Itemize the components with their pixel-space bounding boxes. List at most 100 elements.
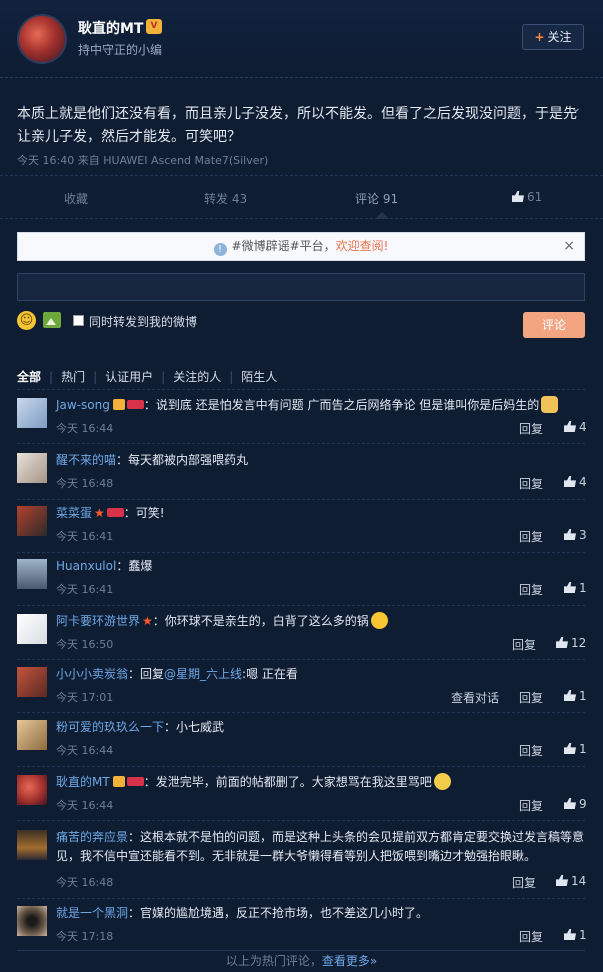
reply-button[interactable]: 回复 <box>519 475 543 492</box>
close-icon[interactable]: × <box>563 233 575 260</box>
commenter-name[interactable]: 耿直的MT <box>56 775 110 789</box>
comment-body: ：官媒的尴尬境遇，反正不抢市场，也不差这几小时了。 <box>128 906 429 920</box>
commenter-avatar[interactable] <box>17 775 47 805</box>
comment-input[interactable] <box>17 273 585 301</box>
comment-like-button[interactable]: 3 <box>564 528 587 542</box>
commenter-name[interactable]: 阿卡要环游世界 <box>56 614 140 628</box>
notice-text: #微博辟谣#平台， <box>231 239 336 253</box>
collect-button[interactable]: 收藏 <box>64 190 88 207</box>
divider <box>17 766 585 767</box>
star-icon: ★ <box>94 506 105 520</box>
comment-time: 今天 16:41 <box>56 530 114 543</box>
view-conversation-button[interactable]: 查看对话 <box>451 689 499 706</box>
comment-like-button[interactable]: 1 <box>564 689 587 703</box>
filter-all[interactable]: 全部 <box>17 370 41 384</box>
author-avatar[interactable] <box>17 14 67 64</box>
comment-like-button[interactable]: 1 <box>564 581 587 595</box>
commenter-name[interactable]: 小小小卖炭翁 <box>56 667 128 681</box>
thumb-icon <box>564 529 576 540</box>
comment-body: ：每天都被内部强喂药丸 <box>116 453 249 467</box>
commenter-avatar[interactable] <box>17 614 47 644</box>
view-more-link[interactable]: 查看更多» <box>322 954 377 968</box>
commenter-avatar[interactable] <box>17 667 47 697</box>
notice-link[interactable]: 欢迎查阅! <box>336 239 389 253</box>
separator: | <box>49 370 54 384</box>
laugh-emoji-icon <box>370 612 388 629</box>
commenter-avatar[interactable] <box>17 453 47 483</box>
filter-verified[interactable]: 认证用户 <box>105 370 153 384</box>
reply-button[interactable]: 回复 <box>512 636 536 653</box>
commenter-name[interactable]: 痛苦的奔应景 <box>56 830 128 844</box>
mention-link[interactable]: @星期_六上线 <box>164 667 242 681</box>
comment-text: Jaw-song ：说到底 还是怕发言中有问题 广而告之后网络争论 但是谁叫你是后… <box>56 396 586 415</box>
comment-text: 粉可爱的玖玖么一下：小七威武 <box>56 718 586 737</box>
commenter-name[interactable]: Huanxulol <box>56 559 116 573</box>
comment-like-button[interactable]: 9 <box>564 797 587 811</box>
commenter-name[interactable]: Jaw-song <box>56 398 110 412</box>
forward-checkbox-label: 同时转发到我的微博 <box>89 315 198 329</box>
divider <box>17 443 585 444</box>
commenter-name[interactable]: 菜菜蛋 <box>56 506 92 520</box>
member-icon <box>126 400 144 409</box>
emoji-icon[interactable]: ☺ <box>17 311 36 330</box>
follow-button[interactable]: + 关注 <box>522 24 584 50</box>
comment-text: 就是一个黑洞：官媒的尴尬境遇，反正不抢市场，也不差这几小时了。 <box>56 904 586 923</box>
commenter-avatar[interactable] <box>17 906 47 936</box>
comment-text: 菜菜蛋 ★ ：可笑! <box>56 504 586 523</box>
like-count: 14 <box>571 874 587 888</box>
divider <box>17 552 585 553</box>
filter-hot[interactable]: 热门 <box>61 370 85 384</box>
comment-like-button[interactable]: 4 <box>564 420 587 434</box>
thumb-icon <box>564 582 576 593</box>
reply-button[interactable]: 回复 <box>519 420 543 437</box>
filter-following[interactable]: 关注的人 <box>173 370 221 384</box>
commenter-avatar[interactable] <box>17 506 47 536</box>
like-button[interactable]: 61 <box>512 190 542 204</box>
commenter-avatar[interactable] <box>17 398 47 428</box>
reply-button[interactable]: 回复 <box>512 874 536 891</box>
comment-like-button[interactable]: 4 <box>564 475 587 489</box>
thumb-icon <box>564 743 576 754</box>
member-icon <box>126 777 144 786</box>
submit-comment-button[interactable]: 评论 <box>523 312 585 338</box>
reply-button[interactable]: 回复 <box>519 928 543 945</box>
author-subtitle: 持中守正的小编 <box>78 43 163 57</box>
reply-button[interactable]: 回复 <box>519 689 543 706</box>
thumb-icon <box>564 929 576 940</box>
commenter-name[interactable]: 醒不来的喵 <box>56 453 116 467</box>
plus-icon: + <box>534 30 545 44</box>
like-count: 61 <box>527 190 543 204</box>
commenter-avatar[interactable] <box>17 720 47 750</box>
comment-tab[interactable]: 评论 91 <box>355 190 603 207</box>
comment-like-button[interactable]: 12 <box>556 636 586 650</box>
commenter-avatar[interactable] <box>17 830 47 860</box>
reply-button[interactable]: 回复 <box>519 528 543 545</box>
reply-button[interactable]: 回复 <box>519 581 543 598</box>
forward-checkbox[interactable] <box>73 315 84 326</box>
commenter-name[interactable]: 粉可爱的玖玖么一下 <box>56 720 164 734</box>
reply-button[interactable]: 回复 <box>519 742 543 759</box>
notice-banner: ! #微博辟谣#平台，欢迎查阅! × <box>17 232 585 261</box>
chevron-down-icon[interactable]: ⌄ <box>570 100 582 116</box>
author-name[interactable]: 耿直的MT <box>78 18 143 38</box>
image-icon[interactable] <box>43 312 61 328</box>
comment-body: ：回复 <box>128 667 165 681</box>
comment-text: 痛苦的奔应景：这根本就不是怕的问题，而是这种上头条的会见提前双方都肯定要交换过发… <box>56 828 586 866</box>
comment-body: ：你环球不是亲生的，白背了这么多的锅 <box>152 614 369 628</box>
comment-time: 今天 16:41 <box>56 583 114 596</box>
filter-strangers[interactable]: 陌生人 <box>241 370 277 384</box>
comment-time: 今天 16:44 <box>56 422 114 435</box>
forward-button[interactable]: 转发 43 <box>204 190 247 207</box>
comment-body: ：小七威武 <box>164 720 225 734</box>
commenter-name[interactable]: 就是一个黑洞 <box>56 906 128 920</box>
comment-time: 今天 17:01 <box>56 691 114 704</box>
thumb-icon <box>564 421 576 432</box>
comment-body: ：可笑! <box>123 506 165 520</box>
comment-body: ：这根本就不是怕的问题，而是这种上头条的会见提前双方都肯定要交换过发言稿等意见，… <box>56 830 585 863</box>
comment-like-button[interactable]: 1 <box>564 742 587 756</box>
comment-like-button[interactable]: 14 <box>556 874 586 888</box>
comment-like-button[interactable]: 1 <box>564 928 587 942</box>
reply-button[interactable]: 回复 <box>519 797 543 814</box>
like-count: 9 <box>579 797 587 811</box>
commenter-avatar[interactable] <box>17 559 47 589</box>
